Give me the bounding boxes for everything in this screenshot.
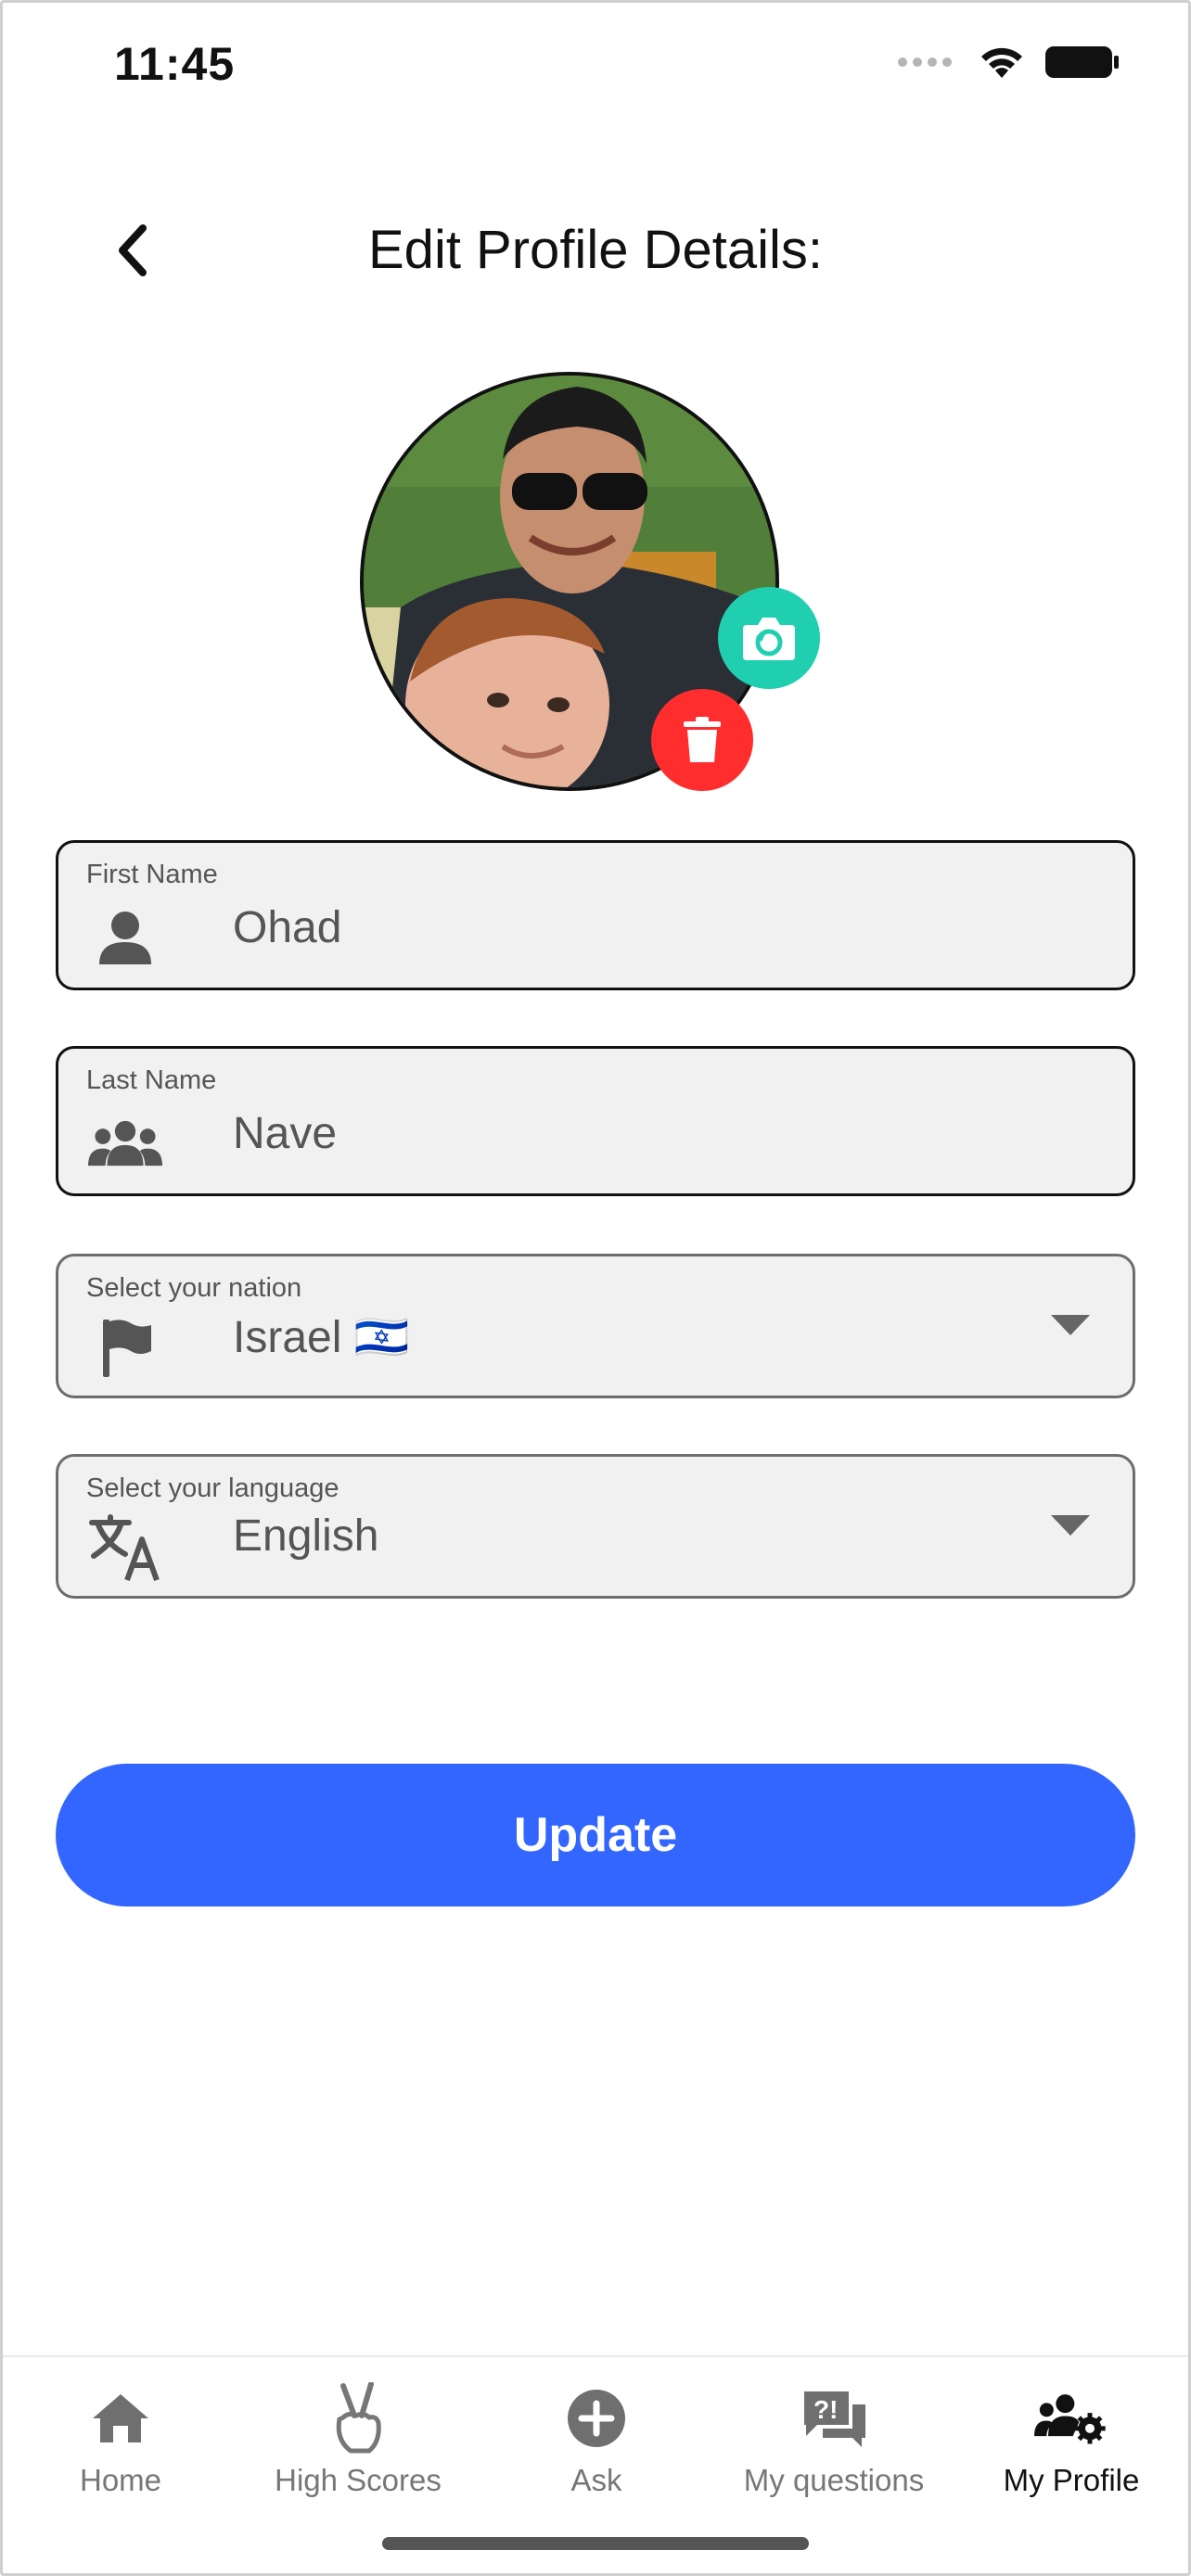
battery-icon [1045, 46, 1119, 78]
nation-value: Israel 🇮🇱 [233, 1313, 410, 1362]
camera-rotate-icon [743, 618, 795, 660]
svg-text:?!: ?! [813, 2395, 838, 2424]
status-time: 11:45 [114, 38, 236, 90]
change-photo-button[interactable] [718, 587, 820, 689]
trash-icon [684, 717, 721, 762]
person-icon [88, 900, 162, 975]
group-icon [88, 1106, 162, 1180]
delete-photo-button[interactable] [651, 689, 753, 791]
page-title: Edit Profile Details: [368, 220, 823, 280]
last-name-input[interactable] [233, 1108, 975, 1159]
update-button[interactable]: Update [56, 1764, 1135, 1906]
wifi-icon [981, 47, 1022, 78]
first-name-field[interactable]: First Name [56, 840, 1135, 990]
tab-label: My questions [743, 2463, 925, 2497]
home-indicator [382, 2537, 809, 2550]
language-label: Select your language [86, 1473, 339, 1503]
chevron-down-icon[interactable] [1051, 1507, 1090, 1546]
translate-icon [88, 1511, 162, 1585]
tab-label: High Scores [275, 2463, 442, 2497]
language-select[interactable]: Select your language English [56, 1454, 1135, 1599]
peace-hand-icon [321, 2381, 395, 2455]
tab-my-questions[interactable]: ?! My questions [723, 2381, 945, 2498]
tab-label: My Profile [1003, 2463, 1140, 2497]
nation-select[interactable]: Select your nation Israel 🇮🇱 [56, 1254, 1135, 1398]
first-name-label: First Name [86, 860, 218, 889]
tab-label: Home [79, 2463, 162, 2497]
avatar-section [360, 372, 820, 791]
last-name-field[interactable]: Last Name [56, 1046, 1135, 1196]
chevron-down-icon[interactable] [1051, 1307, 1090, 1345]
plus-circle-icon [559, 2381, 634, 2455]
home-icon [83, 2381, 158, 2455]
language-value: English [233, 1511, 379, 1561]
flag-icon [88, 1310, 162, 1384]
nation-label: Select your nation [86, 1273, 302, 1303]
status-indicators [898, 45, 1121, 80]
tab-high-scores[interactable]: High Scores [247, 2381, 469, 2498]
tab-home[interactable]: Home [9, 2381, 232, 2498]
users-gear-icon [1034, 2381, 1108, 2455]
tab-label: Ask [570, 2463, 622, 2497]
signal-icon [898, 57, 952, 67]
last-name-label: Last Name [86, 1065, 217, 1095]
tab-ask[interactable]: Ask [485, 2381, 708, 2498]
tab-my-profile[interactable]: My Profile [960, 2381, 1183, 2498]
question-chat-icon: ?! [797, 2381, 871, 2455]
first-name-input[interactable] [233, 902, 975, 953]
